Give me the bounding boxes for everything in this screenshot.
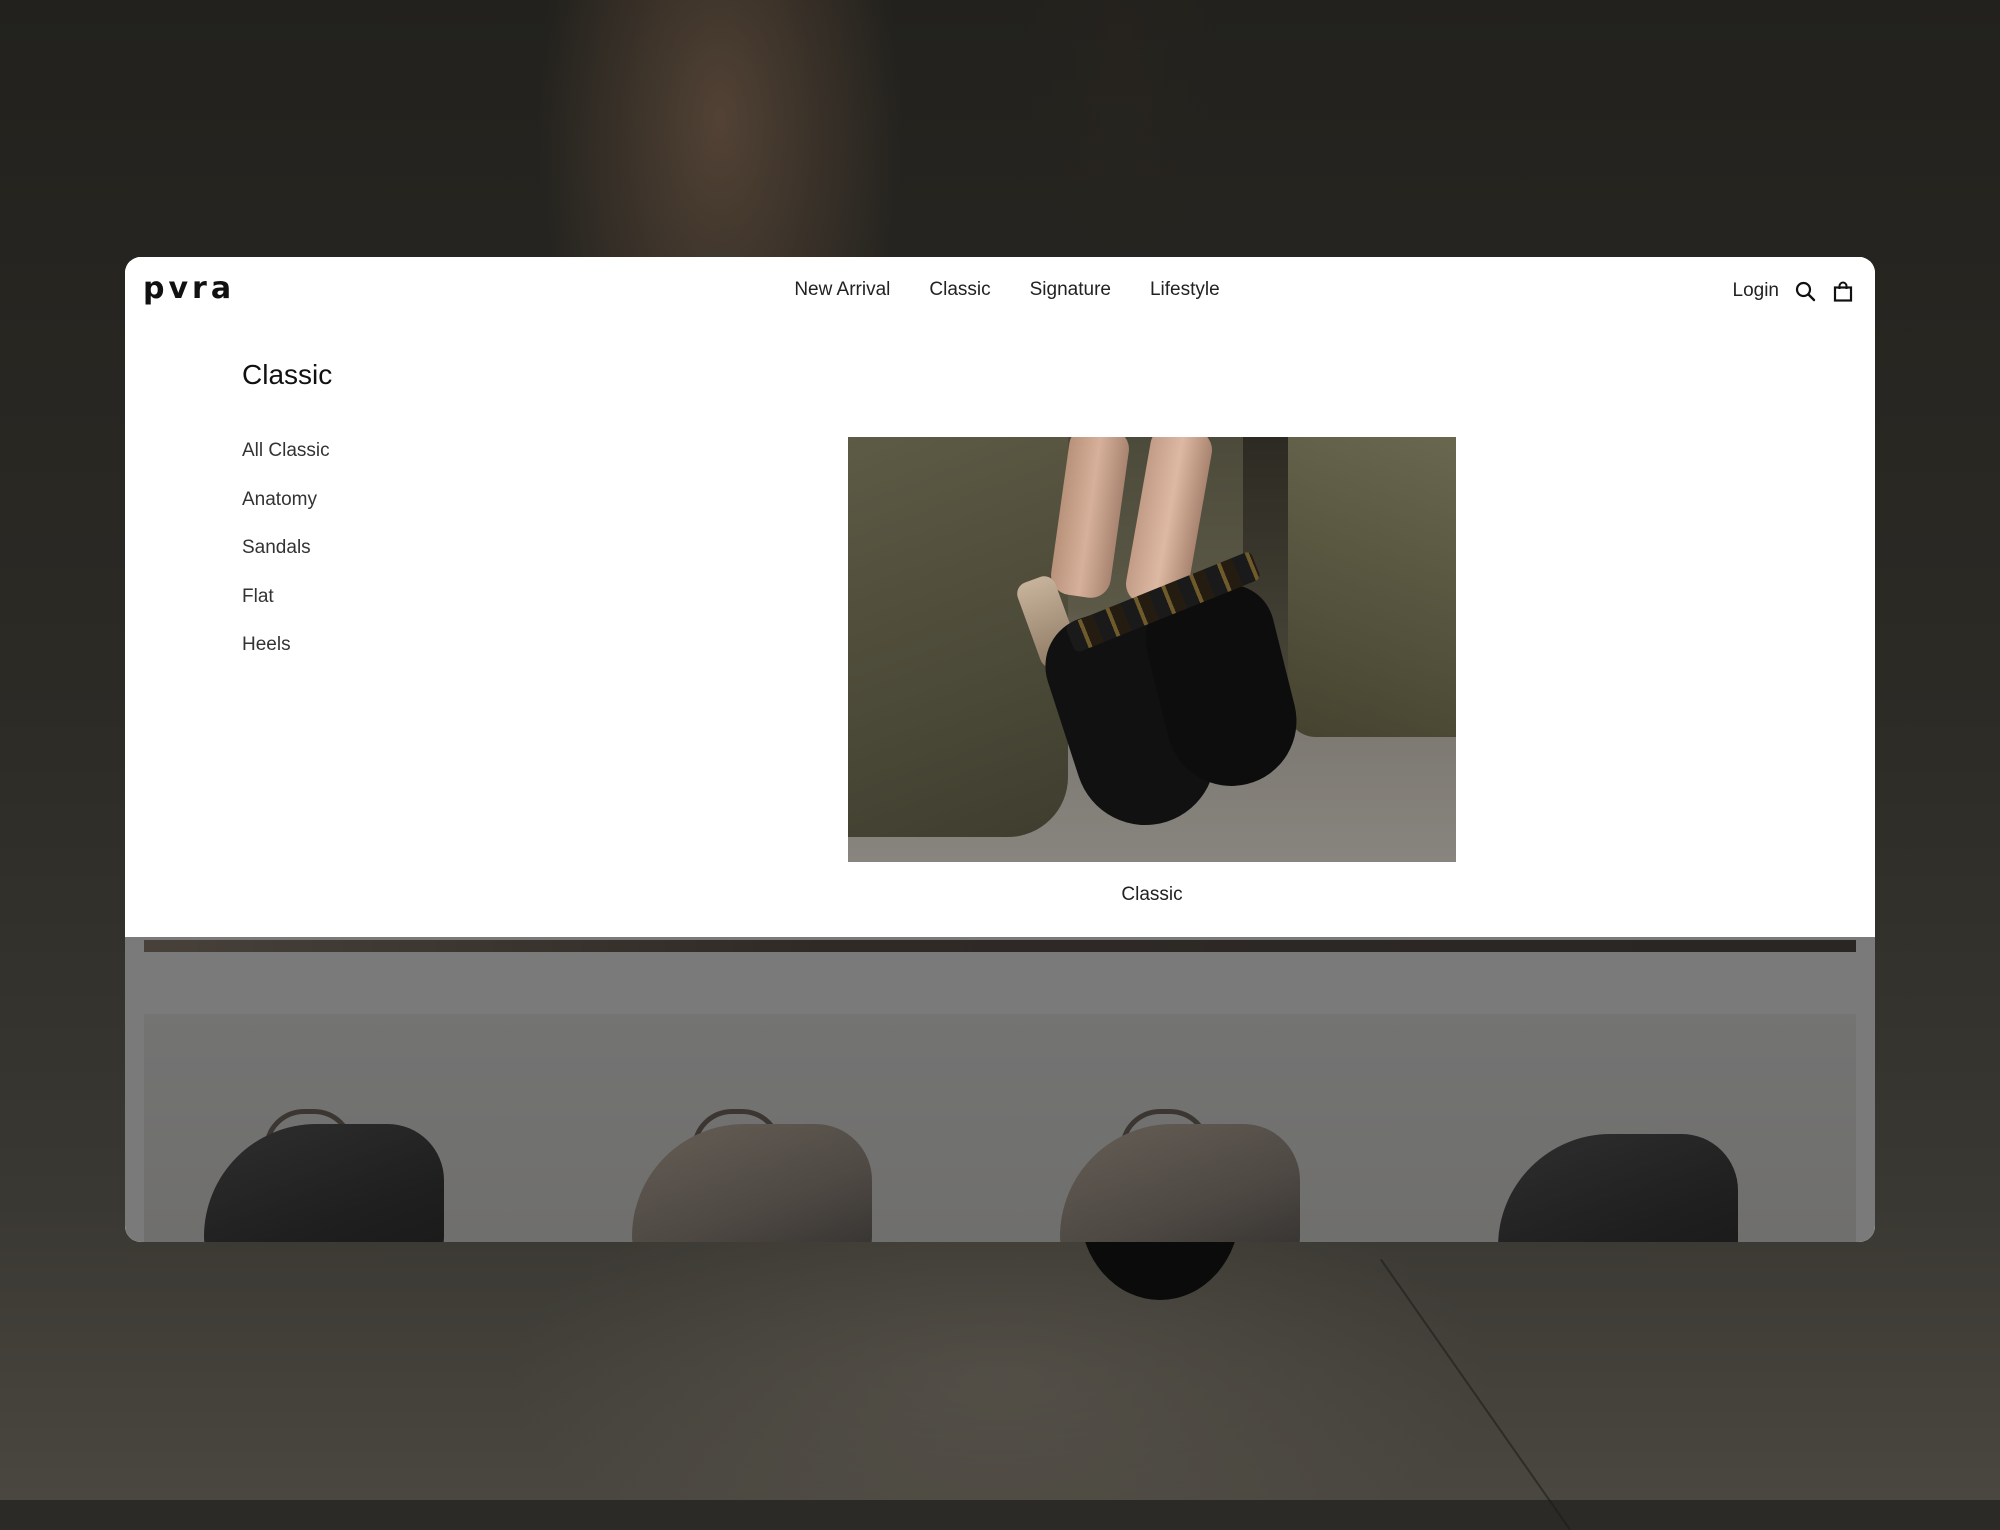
mega-menu: Classic All Classic Anatomy Sandals Flat… [125,327,1875,937]
search-icon[interactable] [1793,279,1817,303]
site-header: pvra New Arrival Classic Signature Lifes… [125,257,1875,327]
nav-item-lifestyle[interactable]: Lifestyle [1150,279,1220,301]
image-couch [1286,437,1456,737]
nav-item-signature[interactable]: Signature [1030,279,1111,301]
featured-collection-image [848,437,1456,862]
submenu-item-anatomy[interactable]: Anatomy [242,489,330,538]
login-link[interactable]: Login [1733,280,1780,302]
background-floor-line [1380,1258,1571,1530]
submenu-item-all-classic[interactable]: All Classic [242,440,330,489]
submenu-list: All Classic Anatomy Sandals Flat Heels [242,440,330,683]
featured-collection-caption: Classic [1121,884,1183,905]
mega-menu-title: Classic [242,359,333,390]
submenu-item-flat[interactable]: Flat [242,586,330,635]
menu-backdrop-overlay[interactable] [125,937,1875,1242]
featured-collection-card[interactable]: Classic [848,437,1456,905]
nav-item-new-arrival[interactable]: New Arrival [794,279,890,301]
header-actions: Login [1733,279,1856,303]
main-nav: New Arrival Classic Signature Lifestyle [125,279,1875,301]
submenu-item-sandals[interactable]: Sandals [242,537,330,586]
shopping-bag-icon[interactable] [1831,279,1855,303]
nav-item-classic[interactable]: Classic [929,279,990,301]
submenu-item-heels[interactable]: Heels [242,634,330,683]
browser-window: pvra New Arrival Classic Signature Lifes… [125,257,1875,1242]
